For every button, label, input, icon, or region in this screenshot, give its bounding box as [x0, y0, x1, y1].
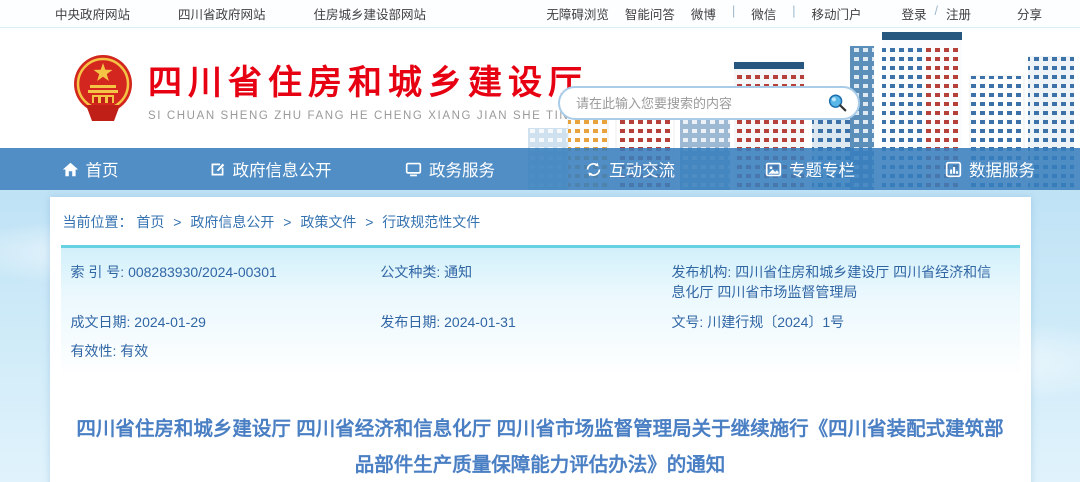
register-link[interactable]: 注册: [946, 4, 971, 23]
link-mobile-portal[interactable]: 移动门户: [811, 4, 861, 23]
nav-item-interaction[interactable]: 互动交流: [540, 148, 720, 190]
site-brand: 四川省住房和城乡建设厅 SI CHUAN SHENG ZHU FANG HE C…: [72, 53, 588, 123]
divider: |: [732, 4, 735, 23]
nav-item-data-service[interactable]: 数据服务: [900, 148, 1080, 190]
doc-type-field: 公文种类: 通知: [380, 262, 671, 303]
interaction-icon: [585, 161, 602, 178]
breadcrumb: 当前位置： 首页 > 政府信息公开 > 政策文件 > 行政规范性文件: [61, 197, 1020, 245]
monitor-icon: [405, 161, 422, 178]
document-title: 四川省住房和城乡建设厅 四川省经济和信息化厅 四川省市场监督管理局关于继续施行《…: [75, 411, 1005, 482]
utility-topbar: 中央政府网站 四川省政府网站 住房城乡建设部网站 无障碍浏览 智能问答 微博 |…: [0, 0, 1080, 28]
link-smart-qa[interactable]: 智能问答: [625, 4, 675, 23]
divider: /: [934, 4, 937, 23]
login-link[interactable]: 登录: [901, 4, 926, 23]
main-nav: 首页 政府信息公开 政务服务 互动交流 专题专栏 数据服务: [0, 148, 1080, 190]
link-wechat[interactable]: 微信: [751, 4, 776, 23]
nav-item-services[interactable]: 政务服务: [360, 148, 540, 190]
nav-item-topics[interactable]: 专题专栏: [720, 148, 900, 190]
link-mohurd[interactable]: 住房城乡建设部网站: [314, 4, 427, 23]
divider: |: [792, 4, 795, 23]
info-disclosure-icon: [209, 161, 226, 178]
site-header: 四川省住房和城乡建设厅 SI CHUAN SHENG ZHU FANG HE C…: [0, 28, 1080, 190]
doc-agency-field: 发布机构: 四川省住房和城乡建设厅 四川省经济和信息化厅 四川省市场监督管理局: [671, 262, 1009, 303]
home-icon: [62, 161, 79, 178]
nav-item-info-disclosure[interactable]: 政府信息公开: [180, 148, 360, 190]
breadcrumb-policy-docs[interactable]: 政策文件: [300, 214, 356, 230]
document-info-panel: 索 引 号: 008283930/2024-00301 公文种类: 通知 发布机…: [61, 245, 1020, 377]
page-background: 当前位置： 首页 > 政府信息公开 > 政策文件 > 行政规范性文件 索 引 号…: [0, 190, 1080, 482]
doc-written-date-field: 成文日期: 2024-01-29: [71, 312, 381, 332]
topics-icon: [765, 161, 782, 178]
nav-item-home[interactable]: 首页: [0, 148, 180, 190]
doc-validity-field: 有效性: 有效: [71, 341, 381, 361]
site-subtitle: SI CHUAN SHENG ZHU FANG HE CHENG XIANG J…: [148, 110, 588, 122]
search-icon[interactable]: [826, 92, 848, 114]
breadcrumb-info-disclosure[interactable]: 政府信息公开: [190, 214, 274, 230]
link-weibo[interactable]: 微博: [691, 4, 716, 23]
doc-number-field: 文号: 川建行规〔2024〕1号: [671, 312, 1009, 332]
link-sichuan-gov[interactable]: 四川省政府网站: [178, 4, 266, 23]
link-central-gov[interactable]: 中央政府网站: [55, 4, 130, 23]
doc-index-field: 索 引 号: 008283930/2024-00301: [71, 262, 381, 303]
search-input[interactable]: [576, 96, 826, 111]
search-box: [558, 86, 860, 120]
site-title: 四川省住房和城乡建设厅: [148, 55, 588, 104]
share-link[interactable]: 分享: [1017, 4, 1042, 23]
breadcrumb-label: 当前位置：: [63, 214, 133, 230]
content-card: 当前位置： 首页 > 政府信息公开 > 政策文件 > 行政规范性文件 索 引 号…: [50, 197, 1031, 482]
breadcrumb-regulatory-docs[interactable]: 行政规范性文件: [382, 214, 480, 230]
breadcrumb-home[interactable]: 首页: [136, 214, 164, 230]
doc-publish-date-field: 发布日期: 2024-01-31: [380, 312, 671, 332]
link-accessibility[interactable]: 无障碍浏览: [546, 4, 609, 23]
data-chart-icon: [945, 161, 962, 178]
national-emblem-icon: [72, 53, 134, 123]
